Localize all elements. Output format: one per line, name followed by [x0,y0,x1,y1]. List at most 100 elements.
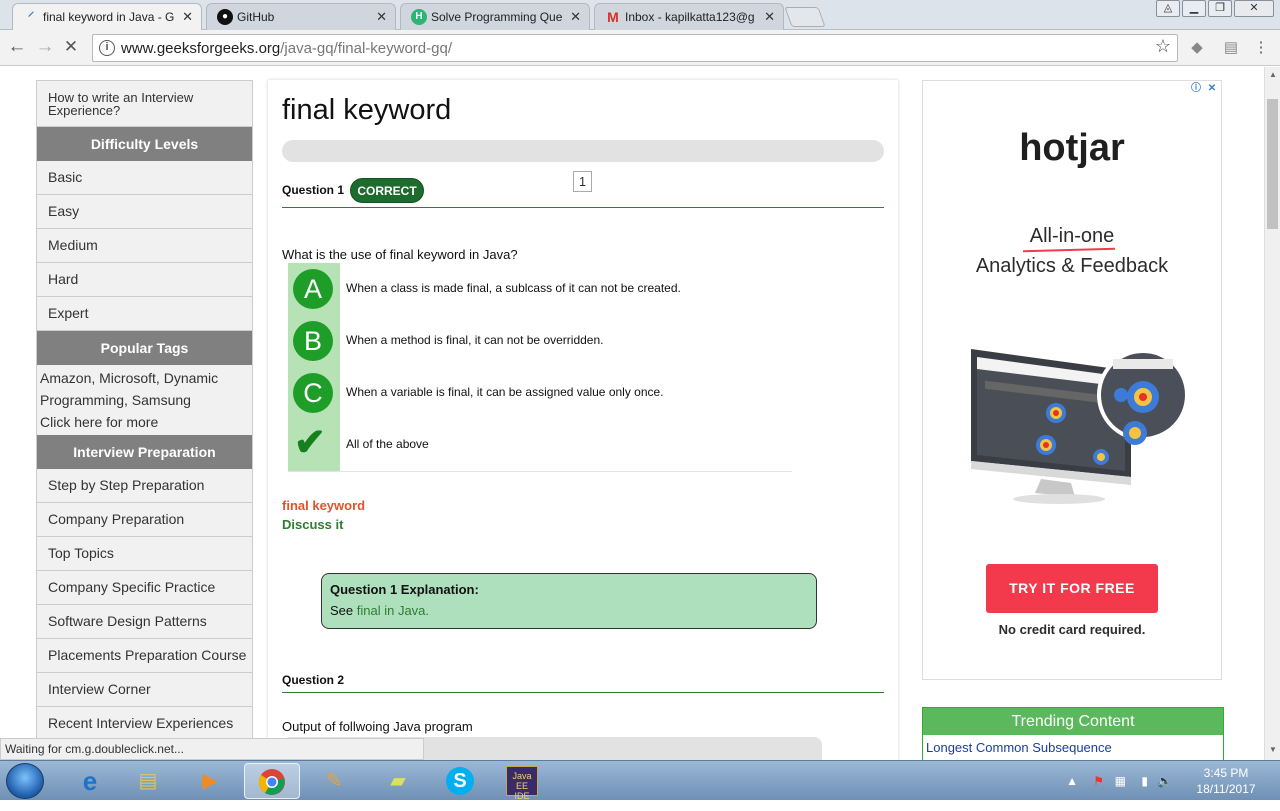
bookmark-star-icon[interactable]: ☆ [1155,36,1171,57]
close-tab-icon[interactable]: ✕ [376,4,387,30]
option-b[interactable]: B When a method is final, it can not be … [288,315,792,367]
sidebar-item-company-prep[interactable]: Company Preparation [37,503,252,537]
internet-explorer-icon[interactable]: e [62,763,118,799]
tab-geeksforgeeks[interactable]: ⸍ final keyword in Java - G ✕ [12,3,202,30]
scroll-up-arrow-icon[interactable]: ▲ [1265,70,1280,79]
close-tab-icon[interactable]: ✕ [764,4,775,30]
final-in-java-link[interactable]: final in Java. [357,603,429,618]
pdf-extension-icon[interactable]: ▤ [1222,39,1240,57]
sidebar-item-hard[interactable]: Hard [37,263,252,297]
sidebar-item-expert[interactable]: Expert [37,297,252,331]
sidebar-item-interview-experience[interactable]: How to write an Interview Experience? [37,81,252,127]
volume-icon[interactable]: 🔈 [1157,774,1172,788]
ad-tagline-2: Analytics & Feedback [975,255,1169,277]
option-a-text: When a class is made final, a sublcass o… [346,281,681,295]
clock[interactable]: 3:45 PM 18/11/2017 [1190,765,1262,797]
option-a[interactable]: A When a class is made final, a sublcass… [288,263,792,315]
sidebar-item-top-topics[interactable]: Top Topics [37,537,252,571]
question-divider [282,692,884,693]
tray-app-icon[interactable]: ▦ [1115,774,1126,788]
page-number-button[interactable]: 1 [573,171,592,192]
new-tab-button[interactable] [784,7,826,27]
question-2-text: Output of follwoing Java program [282,719,473,734]
window-controls: ◬ ▁ ❐ ✕ [1156,0,1274,20]
browser-toolbar: ← → ✕ i www.geeksforgeeks.org/java-gq/fi… [0,30,1280,66]
skype-icon[interactable]: S [432,763,488,799]
sidebar-header-popular-tags: Popular Tags [37,331,252,365]
answer-options: A When a class is made final, a sublcass… [288,263,792,472]
paint-icon[interactable]: ✎ [306,763,362,799]
page-viewport: How to write an Interview Experience? Di… [0,67,1264,760]
more-tags-link[interactable]: Click here for more [40,411,249,433]
chrome-icon[interactable] [244,763,300,799]
media-player-icon[interactable]: ▶ [182,763,238,799]
sidebar-header-interview-prep: Interview Preparation [37,435,252,469]
sidebar-item-medium[interactable]: Medium [37,229,252,263]
url-text[interactable]: www.geeksforgeeks.org/java-gq/final-keyw… [121,40,452,57]
ad-info-icon[interactable]: ⓘ [1189,82,1203,95]
sidebar-item-interview-corner[interactable]: Interview Corner [37,673,252,707]
tab-label: Inbox - kapilkatta123@g [625,10,755,24]
page-scrollbar[interactable]: ▲ ▼ [1264,67,1280,760]
minimize-button[interactable]: ▁ [1182,0,1206,17]
windows-taskbar: e ▤ ▶ ✎ ▰ S Java EE IDE ▲ ⚑ ▦ ▮ 🔈 3:45 PM… [0,760,1280,801]
start-button[interactable] [6,763,44,799]
sidebar-item-recent-experiences[interactable]: Recent Interview Experiences [37,707,252,741]
tray-expand-icon[interactable]: ▲ [1066,774,1078,788]
quiz-progress-bar [282,140,884,162]
back-button[interactable]: ← [6,36,28,58]
option-a-badge: A [293,269,333,309]
option-b-text: When a method is final, it can not be ov… [346,333,604,347]
option-c-text: When a variable is final, it can be assi… [346,385,664,399]
ad-brand-logo: hotjar [1019,127,1125,169]
tab-label: GitHub [237,10,275,24]
java-ee-ide-icon[interactable]: Java EE IDE [494,763,550,801]
ad-controls: ⓘ ✕ [1189,82,1219,95]
ad-underline [1022,247,1116,253]
sidebar-item-design-patterns[interactable]: Software Design Patterns [37,605,252,639]
close-window-button[interactable]: ✕ [1234,0,1274,17]
network-icon[interactable]: ▮ [1141,774,1148,788]
topic-link[interactable]: final keyword [282,498,365,513]
forward-button[interactable]: → [34,36,56,58]
sidebar-item-step-by-step[interactable]: Step by Step Preparation [37,469,252,503]
scroll-down-arrow-icon[interactable]: ▼ [1265,745,1280,754]
option-d-text: All of the above [346,437,429,451]
question-2-label: Question 2 [282,673,345,687]
sidebar-item-company-practice[interactable]: Company Specific Practice [37,571,252,605]
sidebar-item-easy[interactable]: Easy [37,195,252,229]
trending-item-link[interactable]: Longest Common Subsequence [923,735,1223,760]
info-icon[interactable]: i [99,40,115,56]
status-bar: Waiting for cm.g.doubleclick.net... [0,738,424,760]
action-center-icon[interactable]: ⚑ [1093,774,1104,788]
explanation-body: See final in Java. [330,603,430,618]
scrollbar-thumb[interactable] [1267,99,1278,229]
extension-icon[interactable]: ◆ [1188,39,1206,57]
menu-icon[interactable]: ⋮ [1252,39,1270,57]
close-tab-icon[interactable]: ✕ [182,4,193,30]
tab-github[interactable]: ● GitHub ✕ [206,3,396,30]
advertisement[interactable]: ⓘ ✕ hotjar All-in-one Analytics & Feedba… [922,80,1222,680]
question-1-label: Question 1 [282,183,345,197]
stop-button[interactable]: ✕ [60,36,82,58]
sticky-notes-icon[interactable]: ▰ [370,763,426,799]
monitor-heatmap-illustration [971,349,1189,504]
ad-close-icon[interactable]: ✕ [1205,82,1219,95]
sidebar-item-basic[interactable]: Basic [37,161,252,195]
sidebar-item-placements-course[interactable]: Placements Preparation Course [37,639,252,673]
user-icon[interactable]: ◬ [1156,0,1180,17]
tab-gmail[interactable]: M Inbox - kapilkatta123@g ✕ [594,3,784,30]
question-1-text: What is the use of final keyword in Java… [282,247,518,262]
file-explorer-icon[interactable]: ▤ [120,763,176,799]
try-it-free-button[interactable]: TRY IT FOR FREE [986,564,1158,613]
close-tab-icon[interactable]: ✕ [570,4,581,30]
discuss-link[interactable]: Discuss it [282,517,343,532]
tab-hackerearth[interactable]: H Solve Programming Que ✕ [400,3,590,30]
option-c[interactable]: C When a variable is final, it can be as… [288,367,792,419]
address-bar[interactable]: i www.geeksforgeeks.org/java-gq/final-ke… [92,34,1178,62]
option-d[interactable]: ✔ All of the above [288,419,792,471]
page-title: final keyword [282,94,452,126]
popular-tags-list[interactable]: Amazon, Microsoft, Dynamic Programming, … [40,367,249,411]
maximize-button[interactable]: ❐ [1208,0,1232,17]
ad-tagline: All-in-one [1029,225,1115,247]
